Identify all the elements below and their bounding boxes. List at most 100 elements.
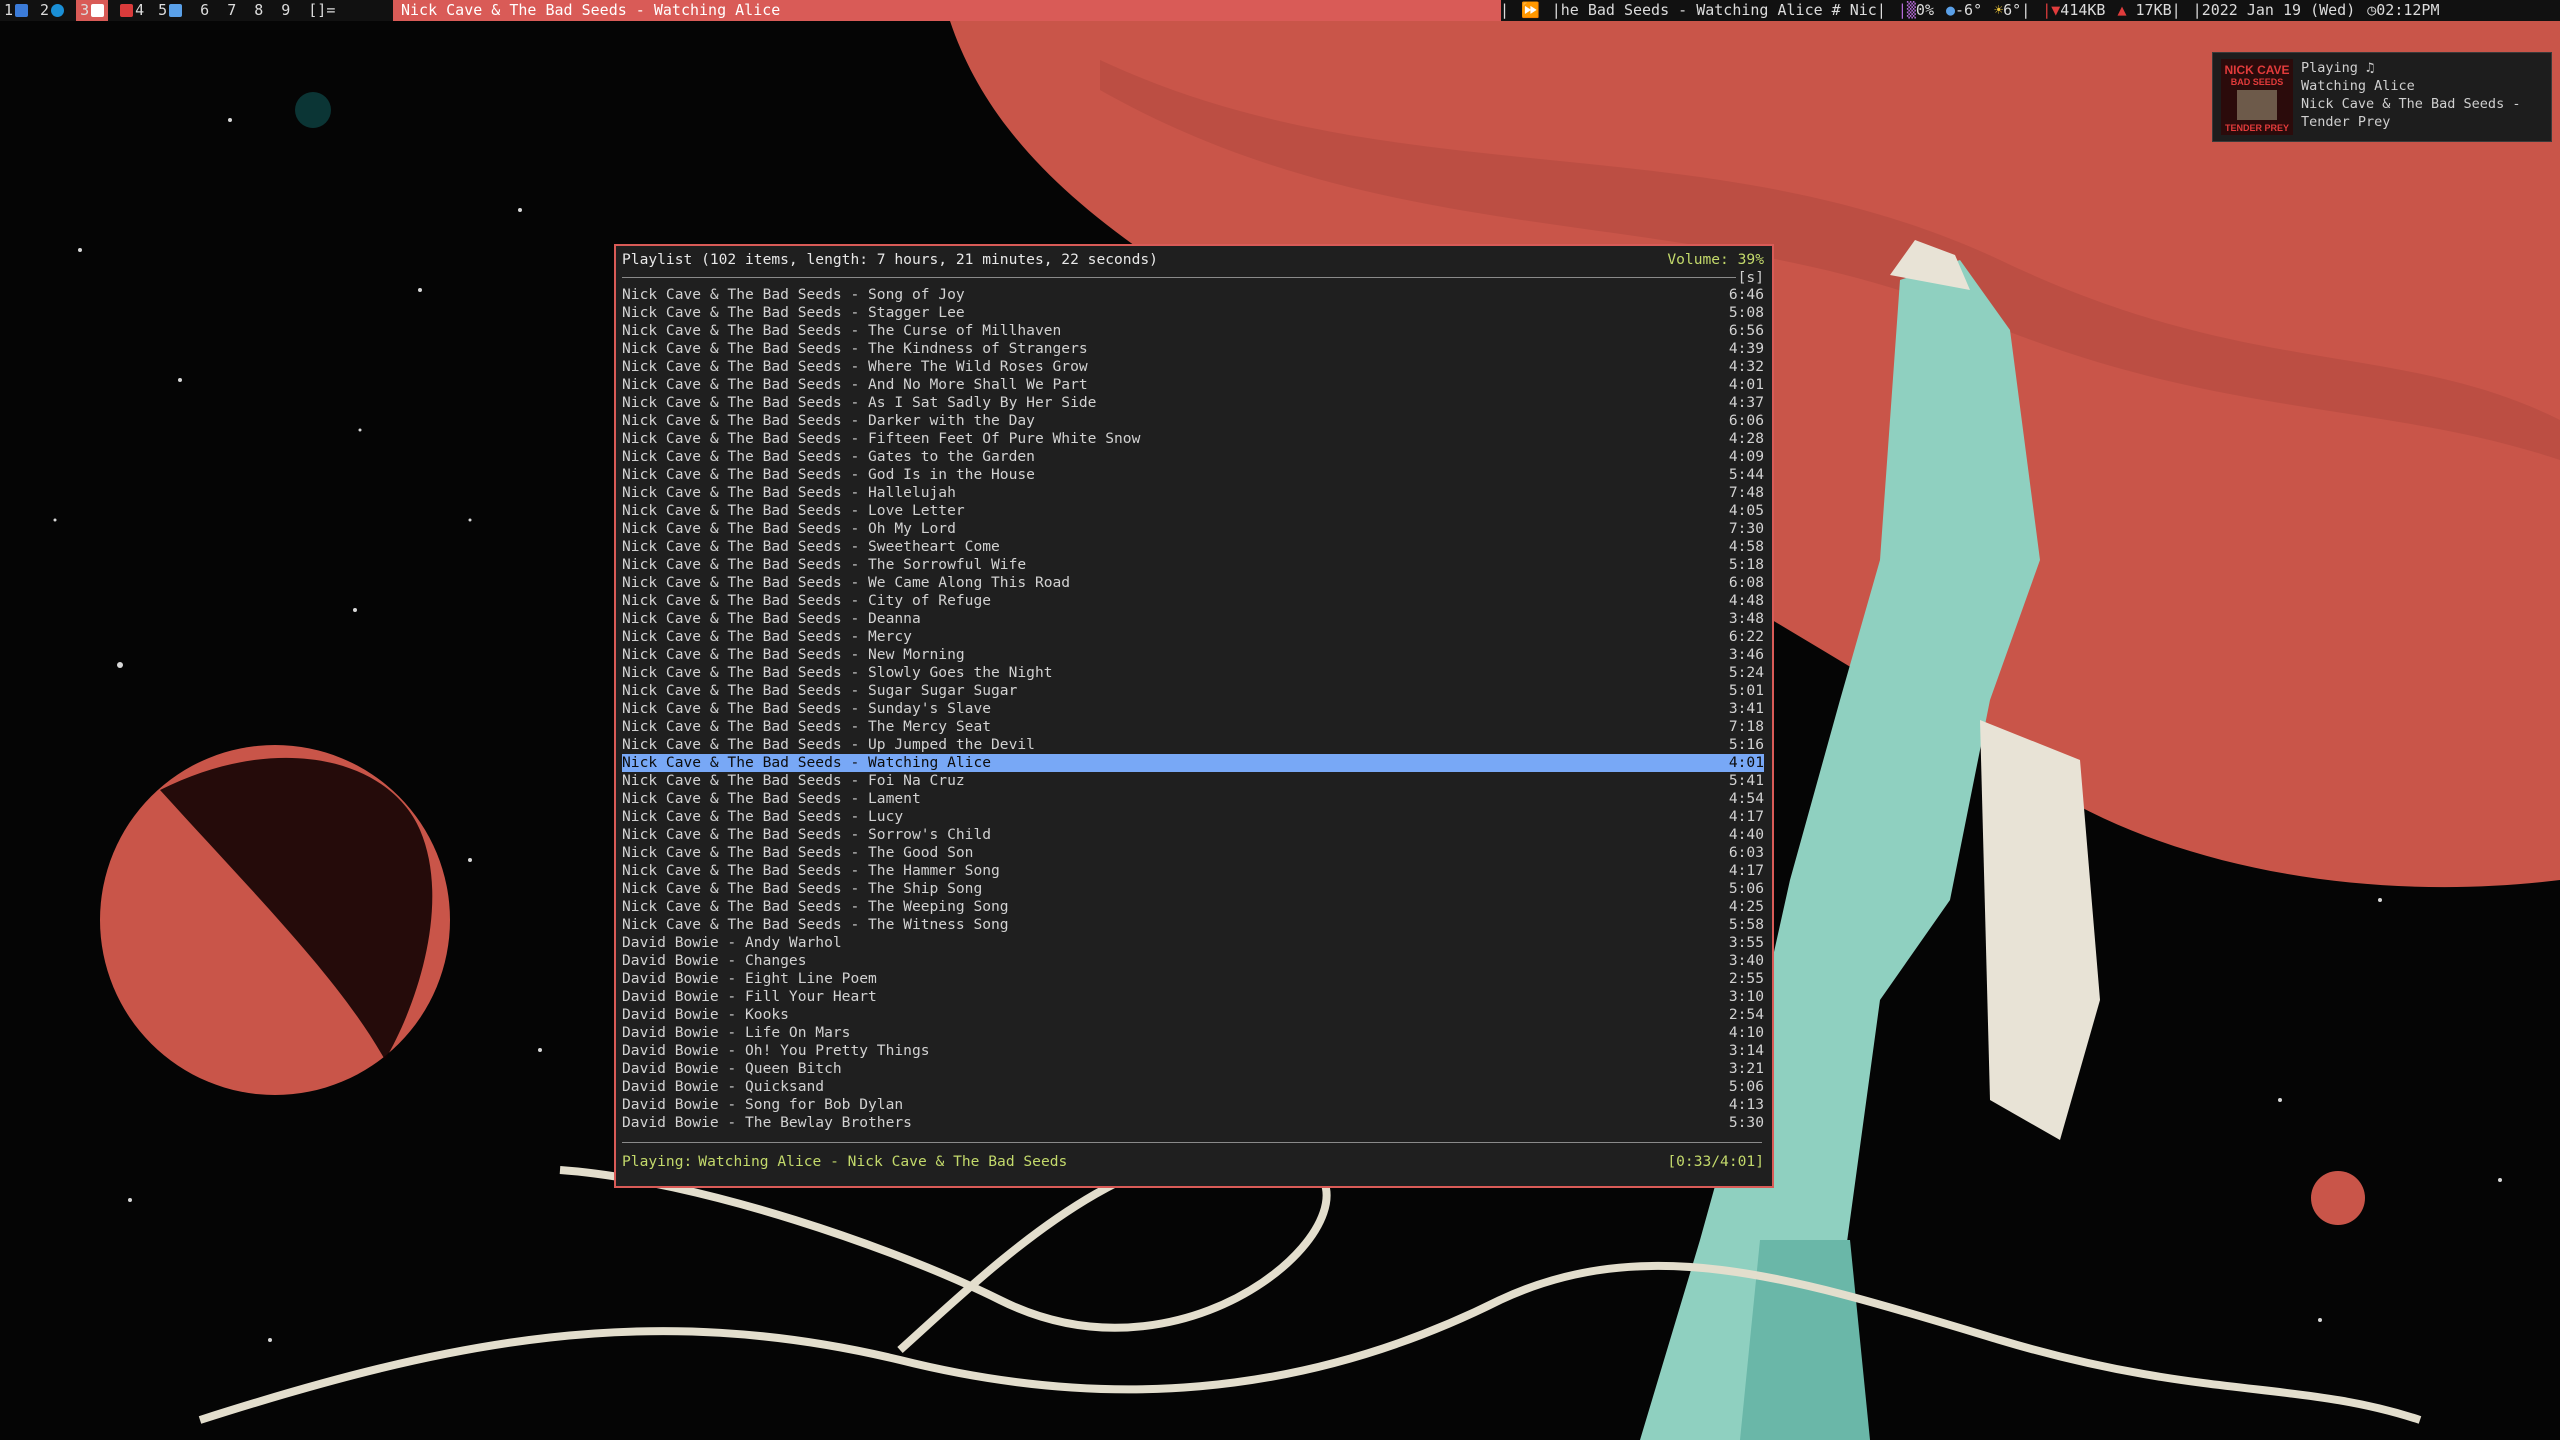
playlist-row[interactable]: David Bowie - Queen Bitch 3:21 [622, 1060, 1764, 1078]
workspace-8[interactable]: 8 [254, 0, 263, 21]
playlist-row[interactable]: Nick Cave & The Bad Seeds - Sugar Sugar … [622, 682, 1764, 700]
album-art-text-1: NICK CAVE [2224, 63, 2290, 77]
workspace-2[interactable]: 2 [40, 0, 65, 21]
playlist-row[interactable]: Nick Cave & The Bad Seeds - Sweetheart C… [622, 538, 1764, 556]
playlist-row[interactable]: Nick Cave & The Bad Seeds - And No More … [622, 376, 1764, 394]
now-playing-notification[interactable]: NICK CAVE BAD SEEDS TENDER PREY Playing … [2212, 52, 2552, 142]
playlist-row[interactable]: Nick Cave & The Bad Seeds - The Mercy Se… [622, 718, 1764, 736]
playlist-row[interactable]: Nick Cave & The Bad Seeds - The Weeping … [622, 898, 1764, 916]
playlist-row[interactable]: Nick Cave & The Bad Seeds - Mercy 6:22 [622, 628, 1764, 646]
playlist-row[interactable]: Nick Cave & The Bad Seeds - The Good Son… [622, 844, 1764, 862]
playlist-row[interactable]: Nick Cave & The Bad Seeds - Fifteen Feet… [622, 430, 1764, 448]
track-title: Nick Cave & The Bad Seeds - Up Jumped th… [622, 736, 1035, 753]
track-title: Nick Cave & The Bad Seeds - New Morning [622, 646, 965, 663]
track-title: Nick Cave & The Bad Seeds - And No More … [622, 376, 1088, 393]
workspace-3-active[interactable]: 3 [76, 0, 109, 21]
workspace-6[interactable]: 6 [200, 0, 209, 21]
playlist-row[interactable]: Nick Cave & The Bad Seeds - Lament 4:54 [622, 790, 1764, 808]
playlist-row[interactable]: David Bowie - Life On Mars 4:10 [622, 1024, 1764, 1042]
playlist-row[interactable]: Nick Cave & The Bad Seeds - Slowly Goes … [622, 664, 1764, 682]
track-duration: 4:37 [1728, 394, 1764, 411]
clock-icon: ◷ [2367, 1, 2377, 19]
playlist-row[interactable]: Nick Cave & The Bad Seeds - Foi Na Cruz 5… [622, 772, 1764, 790]
layout-indicator[interactable]: []= [308, 0, 335, 21]
playlist-row[interactable]: Nick Cave & The Bad Seeds - Stagger Lee 5… [622, 304, 1764, 322]
track-duration: 3:55 [1728, 934, 1764, 951]
track-duration: 7:18 [1728, 718, 1764, 735]
playlist[interactable]: Nick Cave & The Bad Seeds - Song of Joy 6… [622, 286, 1764, 1132]
playlist-row[interactable]: Nick Cave & The Bad Seeds - Lucy 4:17 [622, 808, 1764, 826]
playlist-row[interactable]: Nick Cave & The Bad Seeds - Sunday's Sla… [622, 700, 1764, 718]
workspace-5[interactable]: 5 [158, 0, 183, 21]
playlist-row[interactable]: David Bowie - Eight Line Poem 2:55 [622, 970, 1764, 988]
playlist-row[interactable]: Nick Cave & The Bad Seeds - Darker with … [622, 412, 1764, 430]
track-duration: 3:14 [1728, 1042, 1764, 1059]
music-icon [91, 4, 105, 17]
media-play-icon[interactable]: ⏩ [1521, 0, 1540, 21]
notification-album: Tender Prey [2301, 114, 2391, 130]
playlist-row[interactable]: Nick Cave & The Bad Seeds - Where The Wi… [622, 358, 1764, 376]
playlist-row[interactable]: David Bowie - The Bewlay Brothers 5:30 [622, 1114, 1764, 1132]
playlist-row[interactable]: David Bowie - Kooks 2:54 [622, 1006, 1764, 1024]
playlist-row-selected[interactable]: Nick Cave & The Bad Seeds - Watching Ali… [622, 754, 1764, 772]
track-title: Nick Cave & The Bad Seeds - Love Letter [622, 502, 965, 519]
playing-label: Playing: [622, 1153, 693, 1170]
track-duration: 3:41 [1728, 700, 1764, 717]
track-title: Nick Cave & The Bad Seeds - The Curse of… [622, 322, 1062, 339]
playlist-row[interactable]: Nick Cave & The Bad Seeds - Sorrow's Chi… [622, 826, 1764, 844]
cpu-usage: |▒0% [1897, 1, 1934, 19]
playlist-row[interactable]: David Bowie - Fill Your Heart 3:10 [622, 988, 1764, 1006]
playlist-row[interactable]: David Bowie - Quicksand 5:06 [622, 1078, 1764, 1096]
track-title: Nick Cave & The Bad Seeds - God Is in th… [622, 466, 1035, 483]
playlist-row[interactable]: Nick Cave & The Bad Seeds - The Witness … [622, 916, 1764, 934]
track-title: David Bowie - Andy Warhol [622, 934, 842, 951]
playlist-row[interactable]: Nick Cave & The Bad Seeds - The Hammer S… [622, 862, 1764, 880]
playlist-row[interactable]: Nick Cave & The Bad Seeds - The Ship Son… [622, 880, 1764, 898]
playlist-row[interactable]: Nick Cave & The Bad Seeds - Oh My Lord 7:… [622, 520, 1764, 538]
playlist-row[interactable]: Nick Cave & The Bad Seeds - As I Sat Sad… [622, 394, 1764, 412]
playlist-row[interactable]: David Bowie - Andy Warhol 3:55 [622, 934, 1764, 952]
system-status: | ⏩ |he Bad Seeds - Watching Alice # Nic… [1500, 0, 2560, 21]
track-title: Nick Cave & The Bad Seeds - Hallelujah [622, 484, 956, 501]
playlist-row[interactable]: David Bowie - Song for Bob Dylan 4:13 [622, 1096, 1764, 1114]
track-title: David Bowie - Changes [622, 952, 807, 969]
playlist-row[interactable]: Nick Cave & The Bad Seeds - Love Letter 4… [622, 502, 1764, 520]
playlist-row[interactable]: Nick Cave & The Bad Seeds - New Morning 3… [622, 646, 1764, 664]
track-title: Nick Cave & The Bad Seeds - Lament [622, 790, 921, 807]
track-duration: 2:55 [1728, 970, 1764, 987]
playlist-row[interactable]: Nick Cave & The Bad Seeds - We Came Alon… [622, 574, 1764, 592]
playlist-row[interactable]: David Bowie - Oh! You Pretty Things 3:14 [622, 1042, 1764, 1060]
playlist-row[interactable]: Nick Cave & The Bad Seeds - Hallelujah 7:… [622, 484, 1764, 502]
track-duration: 4:17 [1728, 808, 1764, 825]
track-title: Nick Cave & The Bad Seeds - The Witness … [622, 916, 1009, 933]
volume-indicator: Volume: 39% [1667, 251, 1764, 268]
track-title: David Bowie - The Bewlay Brothers [622, 1114, 912, 1131]
focused-window-title: Nick Cave & The Bad Seeds - Watching Ali… [393, 0, 1501, 21]
playlist-row[interactable]: Nick Cave & The Bad Seeds - The Kindness… [622, 340, 1764, 358]
playlist-row[interactable]: Nick Cave & The Bad Seeds - The Curse of… [622, 322, 1764, 340]
header-divider [622, 277, 1762, 278]
playlist-row[interactable]: David Bowie - Changes 3:40 [622, 952, 1764, 970]
track-title: Nick Cave & The Bad Seeds - Deanna [622, 610, 921, 627]
track-title: Nick Cave & The Bad Seeds - The Good Son [622, 844, 974, 861]
workspace-4[interactable]: 4 [120, 0, 144, 21]
track-title: Nick Cave & The Bad Seeds - City of Refu… [622, 592, 992, 609]
track-title: Nick Cave & The Bad Seeds - Lucy [622, 808, 904, 825]
playlist-row[interactable]: Nick Cave & The Bad Seeds - Song of Joy 6… [622, 286, 1764, 304]
playlist-row[interactable]: Nick Cave & The Bad Seeds - Up Jumped th… [622, 736, 1764, 754]
playlist-row[interactable]: Nick Cave & The Bad Seeds - The Sorrowfu… [622, 556, 1764, 574]
workspace-1[interactable]: 1 [4, 0, 29, 21]
track-title: Nick Cave & The Bad Seeds - Slowly Goes … [622, 664, 1053, 681]
workspace-9[interactable]: 9 [281, 0, 290, 21]
playlist-row[interactable]: Nick Cave & The Bad Seeds - City of Refu… [622, 592, 1764, 610]
playlist-row[interactable]: Nick Cave & The Bad Seeds - Gates to the… [622, 448, 1764, 466]
playlist-row[interactable]: Nick Cave & The Bad Seeds - God Is in th… [622, 466, 1764, 484]
footer-divider [622, 1142, 1762, 1143]
music-player-terminal[interactable]: Playlist (102 items, length: 7 hours, 21… [614, 244, 1774, 1188]
track-duration: 4:40 [1728, 826, 1764, 843]
workspace-7[interactable]: 7 [227, 0, 236, 21]
album-art-text-2: BAD SEEDS [2230, 77, 2284, 87]
track-duration: 4:48 [1728, 592, 1764, 609]
playlist-row[interactable]: Nick Cave & The Bad Seeds - Deanna 3:48 [622, 610, 1764, 628]
track-duration: 4:32 [1728, 358, 1764, 375]
